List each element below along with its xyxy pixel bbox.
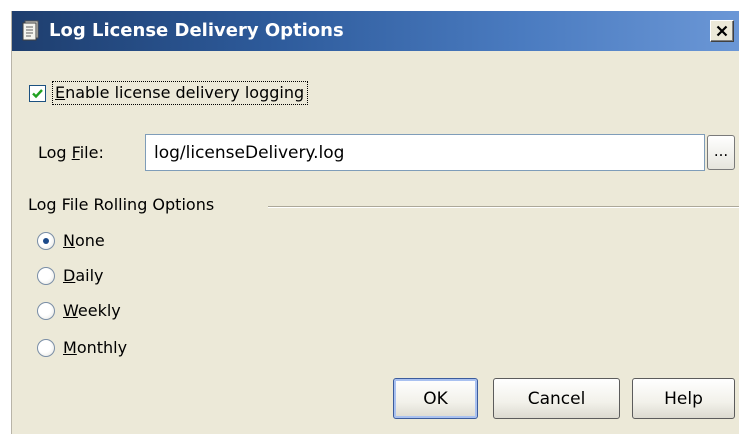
browse-button[interactable]: ... [707, 135, 735, 170]
radio-daily-button[interactable] [37, 267, 55, 285]
group-divider [268, 206, 739, 208]
radio-weekly[interactable]: Weekly [37, 299, 121, 323]
close-x-icon [716, 25, 728, 37]
radio-monthly-button[interactable] [37, 339, 55, 357]
checkmark-icon [32, 88, 43, 98]
enable-logging-checkbox[interactable] [29, 84, 46, 102]
radio-daily[interactable]: Daily [37, 264, 104, 288]
title-bar[interactable]: Log License Delivery Options [12, 11, 739, 51]
close-button[interactable] [710, 20, 734, 42]
radio-none-button[interactable] [37, 232, 55, 250]
radio-weekly-label[interactable]: Weekly [63, 301, 121, 321]
cancel-button[interactable]: Cancel [493, 378, 620, 419]
radio-selected-dot [43, 238, 49, 244]
rolling-options-group-title: Log File Rolling Options [28, 195, 215, 214]
enable-logging-label[interactable]: Enable license delivery logging [52, 81, 309, 105]
radio-none-label[interactable]: None [63, 231, 105, 251]
radio-monthly[interactable]: Monthly [37, 336, 127, 360]
ok-button[interactable]: OK [393, 378, 478, 419]
log-file-input[interactable] [145, 134, 705, 171]
help-button[interactable]: Help [632, 378, 735, 419]
radio-daily-label[interactable]: Daily [63, 266, 104, 286]
log-file-label: Log File: [38, 143, 104, 162]
radio-none[interactable]: None [37, 229, 105, 253]
app-document-icon [21, 19, 41, 41]
radio-monthly-label[interactable]: Monthly [63, 338, 127, 358]
log-license-delivery-dialog: Log License Delivery Options Enable lice… [11, 11, 739, 434]
enable-logging-row[interactable]: Enable license delivery logging [29, 81, 309, 105]
radio-weekly-button[interactable] [37, 302, 55, 320]
window-title: Log License Delivery Options [49, 20, 344, 41]
